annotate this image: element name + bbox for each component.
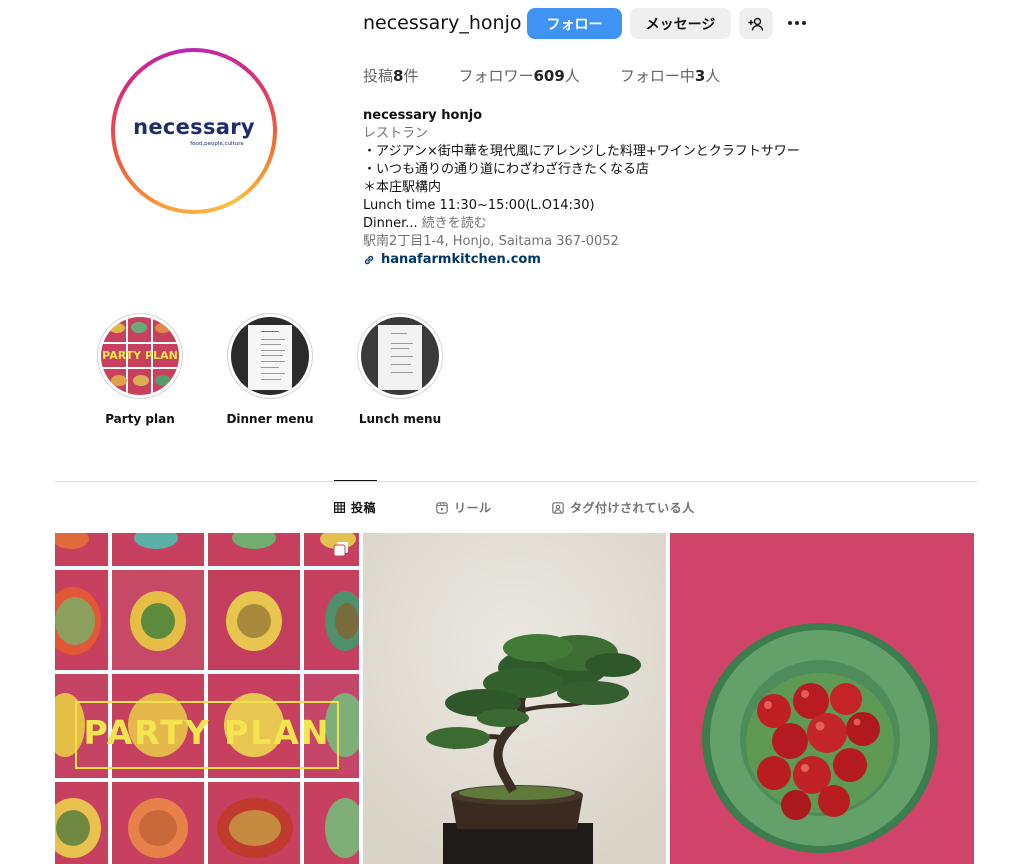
bio-line: Dinner... 続きを読む	[363, 216, 487, 231]
highlight-dinner-menu[interactable]: Dinner menu	[210, 313, 330, 426]
highlight-ring	[357, 313, 443, 399]
highlight-label: Party plan	[105, 412, 175, 426]
tomato-dish-image	[670, 533, 974, 864]
posts-count: 投稿8件	[363, 67, 419, 85]
post-party-plan[interactable]: PARTY PLAN	[55, 533, 359, 864]
bio-line: ・いつも通りの通り道にわざわざ行きたくなる店	[363, 162, 650, 177]
followers-count[interactable]: フォロワー609人	[458, 66, 579, 86]
bonsai-image	[363, 533, 666, 864]
tagged-icon	[552, 501, 564, 514]
highlight-cover-text: PARTY PLAN	[102, 349, 178, 362]
suggested-users-button[interactable]	[739, 8, 773, 39]
highlight-label: Dinner menu	[226, 412, 314, 426]
highlight-ring	[227, 313, 313, 399]
highlight-cover-lunch	[361, 317, 439, 395]
read-more-link[interactable]: 続きを読む	[422, 216, 487, 231]
highlight-party-plan[interactable]: PARTY PLAN Party plan	[80, 313, 200, 426]
post-overlay-text: PARTY PLAN	[83, 713, 331, 752]
party-plan-frame: PARTY PLAN	[75, 701, 339, 769]
highlight-cover-party: PARTY PLAN	[101, 317, 179, 395]
tab-posts[interactable]: 投稿	[334, 499, 376, 516]
follow-button[interactable]: フォロー	[527, 8, 622, 39]
profile-stats: 投稿8件 フォロワー609人 フォロー中3人	[363, 66, 720, 86]
bio-full-name: necessary honjo	[363, 108, 483, 123]
bio-website-link[interactable]: hanafarmkitchen.com	[363, 251, 800, 269]
profile-username: necessary_honjo	[363, 12, 522, 34]
profile-avatar-story-ring[interactable]: necessary food,people,culture	[111, 48, 277, 214]
carousel-icon	[333, 542, 348, 557]
tab-tagged[interactable]: タグ付けされている人	[552, 499, 695, 516]
grid-icon	[334, 502, 345, 513]
following-count[interactable]: フォロー中3人	[620, 66, 720, 86]
add-user-icon	[748, 17, 764, 31]
avatar: necessary food,people,culture	[119, 56, 269, 206]
profile-bio: necessary honjo レストラン ・アジアン×街中華を現代風にアレンジ…	[363, 107, 800, 269]
reels-icon	[436, 501, 448, 514]
message-button[interactable]: メッセージ	[630, 8, 731, 39]
highlight-label: Lunch menu	[358, 412, 442, 426]
tabs-divider	[55, 481, 977, 482]
bio-address[interactable]: 駅南2丁目1-4, Honjo, Saitama 367-0052	[363, 233, 800, 251]
party-grid	[55, 533, 359, 864]
tab-reels[interactable]: リール	[436, 499, 492, 516]
highlight-ring: PARTY PLAN	[97, 313, 183, 399]
logo-tagline: food,people,culture	[190, 141, 244, 147]
avatar-border: necessary food,people,culture	[115, 52, 273, 210]
highlight-lunch-menu[interactable]: Lunch menu	[340, 313, 460, 426]
logo-wordmark: necessary	[133, 115, 255, 139]
bio-category: レストラン	[363, 126, 429, 141]
highlight-cover-dinner	[231, 317, 309, 395]
bio-line: ＊本庄駅構内	[363, 180, 442, 195]
link-icon	[364, 255, 374, 265]
bio-line: ・アジアン×街中華を現代風にアレンジした料理+ワインとクラフトサワー	[363, 144, 800, 159]
post-tomatoes[interactable]	[670, 533, 974, 864]
more-options-icon[interactable]	[784, 13, 810, 33]
post-bonsai[interactable]	[363, 533, 666, 864]
bio-line: Lunch time 11:30~15:00(L.O14:30)	[363, 198, 595, 213]
active-tab-indicator	[334, 480, 377, 481]
